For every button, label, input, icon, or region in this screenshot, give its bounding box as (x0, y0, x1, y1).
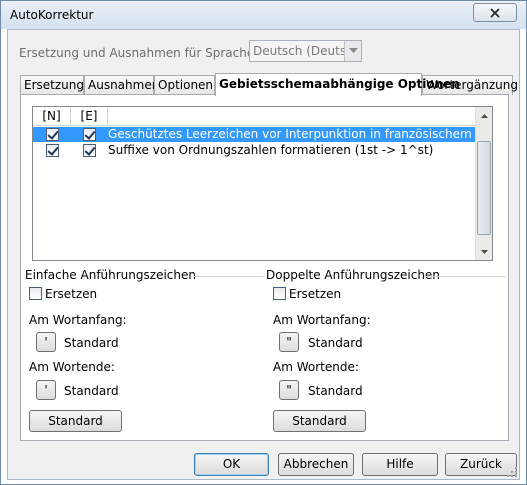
ok-button[interactable]: OK (194, 453, 269, 476)
double-quotes-replace-checkbox[interactable] (273, 287, 286, 300)
language-label: Ersetzung und Ausnahmen für Sprache: (19, 46, 259, 60)
help-button[interactable]: Hilfe (362, 453, 438, 476)
language-select-value: Deutsch (Deutschland) (253, 44, 345, 58)
checkbox-n[interactable] (46, 144, 59, 157)
column-header-e[interactable]: [E] (71, 107, 108, 126)
arrow-down-icon (480, 249, 488, 254)
column-header-text[interactable] (108, 107, 492, 126)
single-quotes-replace-checkbox[interactable] (29, 287, 42, 300)
list-item[interactable]: Suffixe von Ordnungszahlen formatieren (… (33, 143, 476, 158)
single-quotes-start-value: Standard (64, 336, 119, 350)
tab-panel: [N] [E] Geschütztes Leerzeichen vor Inte… (20, 94, 509, 441)
list-item-text: Suffixe von Ordnungszahlen formatieren (… (108, 143, 434, 157)
tab-ersetzung[interactable]: Ersetzung (20, 75, 84, 95)
cancel-button[interactable]: Abbrechen (278, 453, 354, 476)
double-quotes-divider (424, 276, 506, 277)
scroll-down-button[interactable] (476, 243, 492, 260)
dropdown-button[interactable] (344, 41, 361, 61)
single-quotes-start-label: Am Wortanfang: (29, 313, 127, 327)
single-quotes-start-button[interactable]: ' (36, 332, 56, 352)
chevron-down-icon (348, 48, 358, 53)
double-quotes-end-value: Standard (308, 384, 363, 398)
double-quotes-default-button[interactable]: Standard (273, 410, 366, 432)
double-quotes-replace-label: Ersetzen (289, 287, 342, 301)
list-item-text: Geschütztes Leerzeichen vor Interpunktio… (108, 127, 476, 141)
dialog-client-area: Ersetzung und Ausnahmen für Sprache: Deu… (7, 29, 520, 480)
double-quotes-title: Doppelte Anführungszeichen (266, 268, 440, 282)
single-quotes-end-button[interactable]: ' (36, 380, 56, 400)
tab-gebietsschemaabhaengige-optionen[interactable]: Gebietsschemaabhängige Optionen (215, 73, 460, 96)
checkbox-e[interactable] (83, 144, 96, 157)
autokorrektur-dialog: AutoKorrektur Ersetzung und Ausnahmen fü… (0, 0, 527, 485)
scroll-up-button[interactable] (476, 107, 492, 124)
double-quotes-start-button[interactable]: " (279, 332, 299, 352)
single-quotes-end-label: Am Wortende: (29, 360, 115, 374)
options-list[interactable]: [N] [E] Geschütztes Leerzeichen vor Inte… (32, 106, 493, 261)
single-quotes-end-value: Standard (64, 384, 119, 398)
tab-ausnahmen[interactable]: Ausnahmen (84, 75, 159, 95)
tab-optionen[interactable]: Optionen (154, 75, 215, 95)
column-header-n[interactable]: [N] (33, 107, 71, 126)
single-quotes-title: Einfache Anführungszeichen (25, 268, 196, 282)
double-quotes-end-button[interactable]: " (279, 380, 299, 400)
list-header: [N] [E] (33, 107, 492, 126)
single-quotes-divider (193, 276, 263, 277)
single-quotes-default-button[interactable]: Standard (29, 410, 122, 432)
close-icon (490, 7, 500, 18)
list-item[interactable]: Geschütztes Leerzeichen vor Interpunktio… (33, 127, 476, 142)
window-title: AutoKorrektur (10, 8, 94, 22)
close-button[interactable] (473, 3, 517, 22)
vertical-scrollbar[interactable] (475, 107, 492, 260)
checkbox-n[interactable] (46, 128, 59, 141)
double-quotes-start-value: Standard (308, 336, 363, 350)
arrow-up-icon (480, 113, 488, 118)
title-bar[interactable]: AutoKorrektur (1, 1, 526, 29)
checkbox-e[interactable] (83, 128, 96, 141)
double-quotes-start-label: Am Wortanfang: (273, 313, 371, 327)
scroll-thumb[interactable] (477, 141, 491, 235)
resize-grip-icon[interactable] (506, 466, 518, 478)
single-quotes-replace-label: Ersetzen (45, 287, 98, 301)
double-quotes-end-label: Am Wortende: (273, 360, 359, 374)
language-select[interactable]: Deutsch (Deutschland) (249, 40, 362, 62)
